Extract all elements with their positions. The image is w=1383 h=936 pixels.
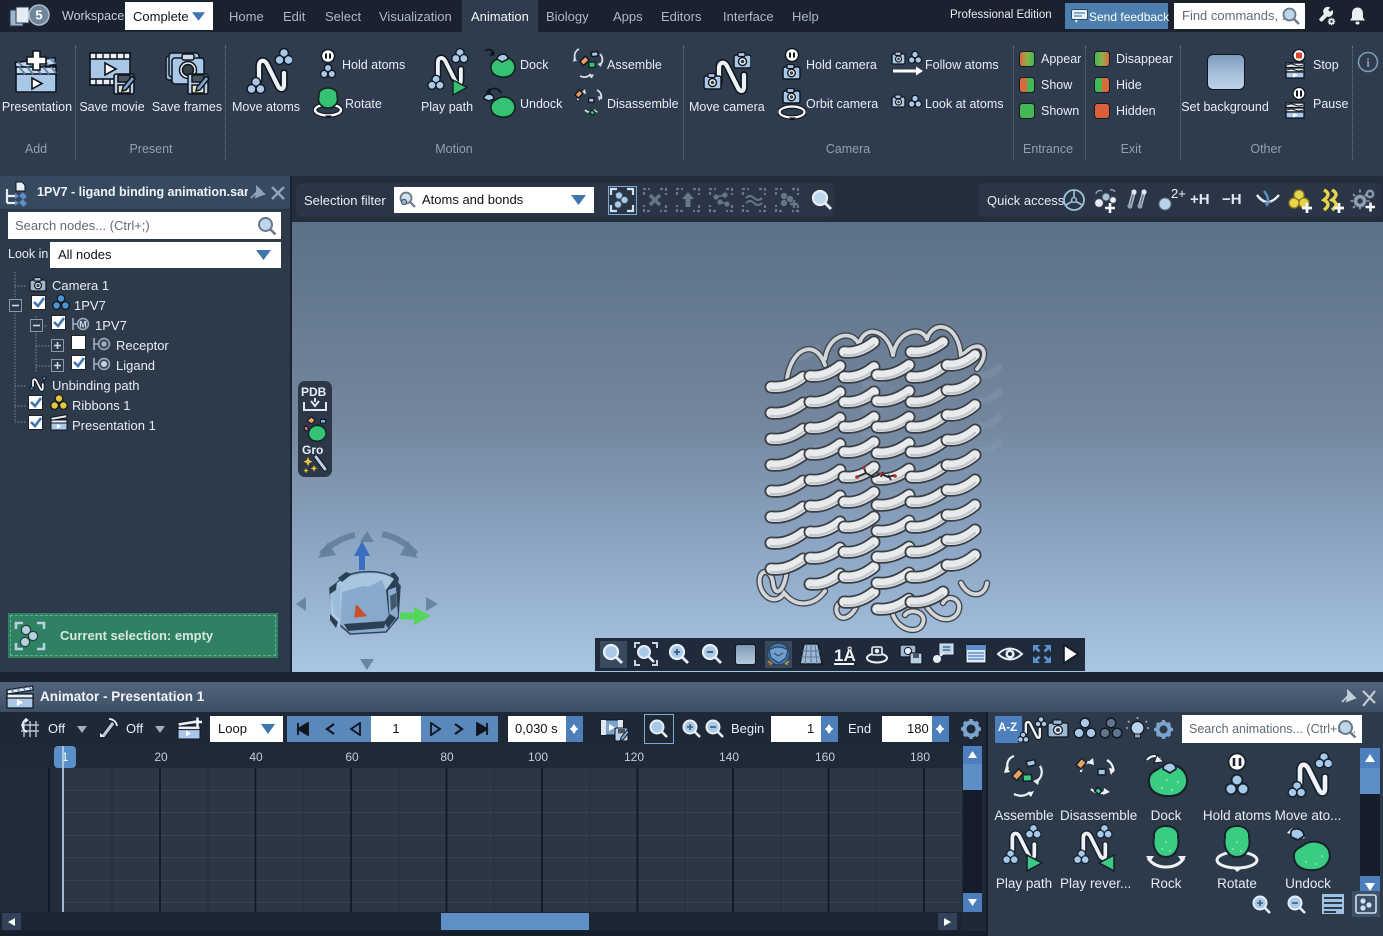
svg-text:1Å: 1Å <box>834 646 856 665</box>
svg-text:M: M <box>79 320 87 330</box>
svg-text:i: i <box>1366 55 1370 70</box>
svg-text:2+: 2+ <box>1171 187 1186 201</box>
svg-text:5: 5 <box>35 8 42 23</box>
